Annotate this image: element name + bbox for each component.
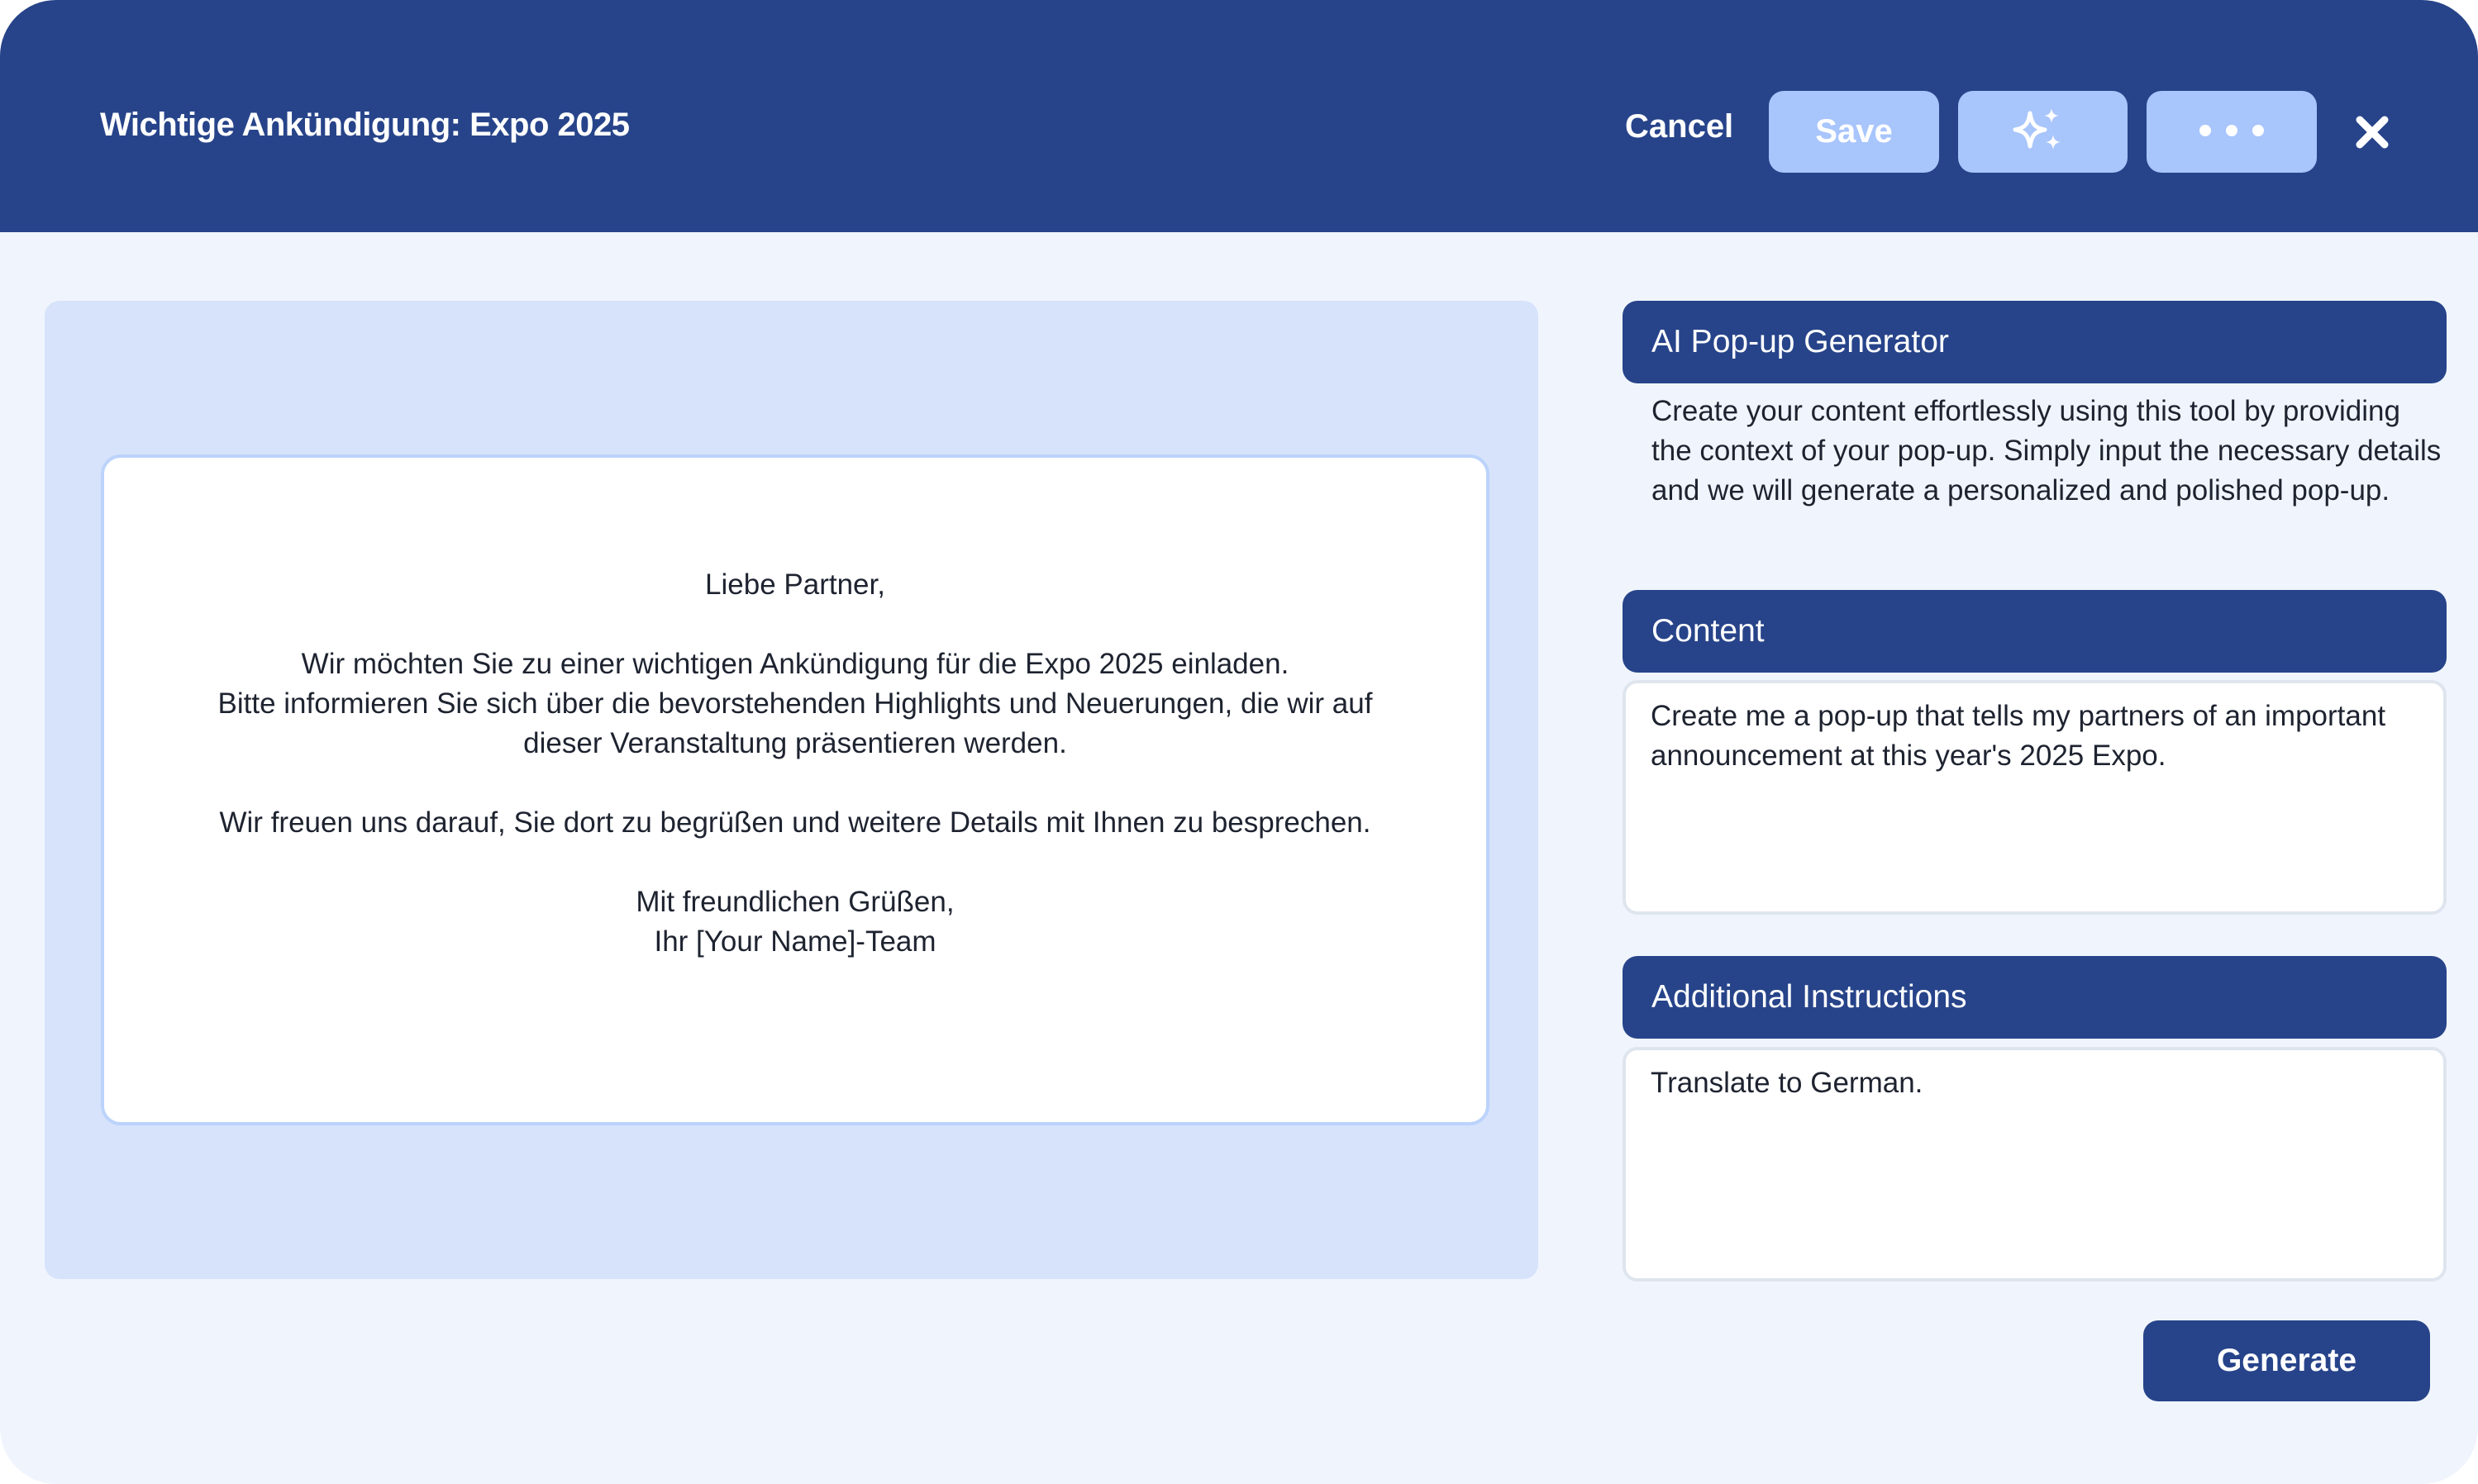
letter-line: Bitte informieren Sie sich über die bevo…	[217, 687, 1373, 720]
popup-preview-card[interactable]: Liebe Partner, Wir möchten Sie zu einer …	[101, 454, 1489, 1125]
generate-button[interactable]: Generate	[2143, 1320, 2430, 1401]
letter-line: dieser Veranstaltung präsentieren werden…	[523, 727, 1067, 759]
popup-editor-window: Wichtige Ankündigung: Expo 2025 Cancel S…	[0, 0, 2478, 1484]
popup-letter-text: Liebe Partner, Wir möchten Sie zu einer …	[104, 565, 1486, 962]
preview-canvas: Liebe Partner, Wir möchten Sie zu einer …	[45, 301, 1538, 1279]
generator-description: Create your content effortlessly using t…	[1651, 395, 2442, 507]
letter-greeting: Liebe Partner,	[705, 568, 885, 601]
generator-title: AI Pop-up Generator	[1651, 324, 1949, 359]
close-icon	[2352, 116, 2393, 156]
more-horizontal-icon	[2194, 122, 2269, 141]
sparkles-icon	[2010, 102, 2076, 162]
save-button[interactable]: Save	[1769, 91, 1939, 173]
content-header: Content	[1623, 590, 2447, 673]
instructions-textarea[interactable]: Translate to German.	[1651, 1063, 2419, 1262]
instructions-header: Additional Instructions	[1623, 956, 2447, 1039]
content-title: Content	[1651, 613, 1765, 649]
close-button[interactable]	[2352, 112, 2393, 153]
header-bar: Wichtige Ankündigung: Expo 2025 Cancel S…	[0, 0, 2478, 232]
letter-line: Wir möchten Sie zu einer wichtigen Ankün…	[301, 648, 1289, 680]
instructions-title: Additional Instructions	[1651, 979, 1967, 1015]
generator-header: AI Pop-up Generator	[1623, 301, 2447, 383]
content-field-wrapper: Create me a pop-up that tells my partner…	[1623, 680, 2447, 915]
page-title: Wichtige Ankündigung: Expo 2025	[100, 107, 630, 143]
content-textarea[interactable]: Create me a pop-up that tells my partner…	[1651, 697, 2419, 895]
ai-assist-button[interactable]	[1958, 91, 2128, 173]
instructions-field-wrapper: Translate to German.	[1623, 1047, 2447, 1282]
letter-signature: Ihr [Your Name]-Team	[654, 925, 936, 958]
letter-closing: Mit freundlichen Grüßen,	[636, 886, 955, 918]
more-options-button[interactable]	[2147, 91, 2317, 173]
cancel-button[interactable]: Cancel	[1625, 108, 1733, 145]
letter-line: Wir freuen uns darauf, Sie dort zu begrü…	[219, 806, 1371, 839]
